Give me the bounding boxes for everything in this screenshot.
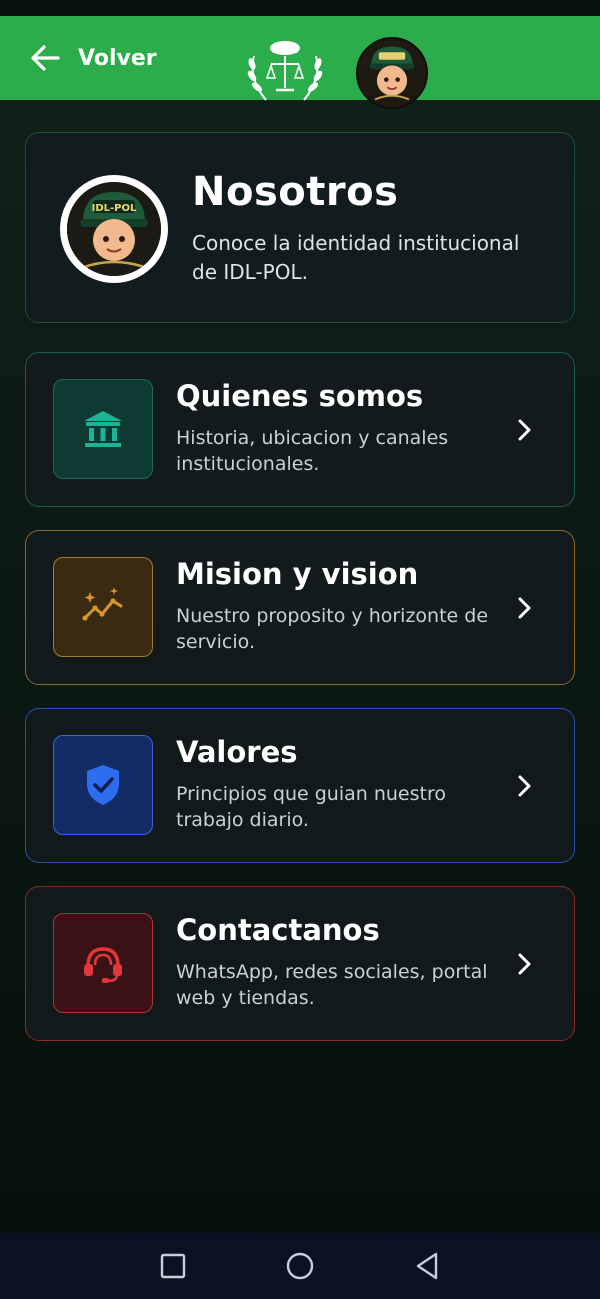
back-triangle-icon[interactable] bbox=[412, 1251, 442, 1281]
page-title: Nosotros bbox=[192, 169, 399, 215]
menu-item-icon-box bbox=[53, 735, 153, 835]
home-circle-icon[interactable] bbox=[285, 1251, 315, 1281]
police-emblem-icon bbox=[247, 41, 323, 101]
trend-sparkle-icon bbox=[82, 587, 123, 621]
menu-item-icon-box bbox=[53, 913, 153, 1013]
chevron-right-icon bbox=[518, 775, 531, 797]
hero-avatar-cap-text: IDL-POL bbox=[92, 203, 137, 214]
menu-item-title: Mision y vision bbox=[176, 557, 419, 591]
menu-item-title: Valores bbox=[176, 735, 298, 769]
mascot-avatar-icon bbox=[358, 39, 426, 107]
menu-item-mision-vision[interactable]: Mision y vision Nuestro proposito y hori… bbox=[25, 530, 575, 685]
menu-item-description: Nuestro proposito y horizonte de servici… bbox=[176, 605, 489, 653]
hero-avatar: IDL-POL bbox=[60, 175, 168, 283]
menu-item-title: Contactanos bbox=[176, 913, 380, 947]
chevron-right-icon bbox=[518, 953, 531, 975]
menu-item-icon-box bbox=[53, 557, 153, 657]
profile-avatar[interactable] bbox=[356, 37, 428, 109]
back-label: Volver bbox=[78, 45, 157, 71]
menu-item-icon-box bbox=[53, 379, 153, 479]
menu-item-contactanos[interactable]: Contactanos WhatsApp, redes sociales, po… bbox=[25, 886, 575, 1041]
menu-item-description: WhatsApp, redes sociales, portal web y t… bbox=[176, 961, 488, 1009]
top-app-bar: Volver bbox=[0, 16, 600, 109]
back-button[interactable]: Volver bbox=[28, 36, 157, 80]
menu-item-quienes-somos[interactable]: Quienes somos Historia, ubicacion y cana… bbox=[25, 352, 575, 507]
institution-building-icon bbox=[84, 411, 122, 447]
about-hero-card: IDL-POL Nosotros Conoce la identidad ins… bbox=[25, 132, 575, 323]
status-bar bbox=[0, 0, 600, 16]
headset-support-icon bbox=[84, 947, 122, 983]
mascot-avatar-icon: IDL-POL bbox=[67, 182, 161, 276]
chevron-right-icon bbox=[518, 419, 531, 441]
system-navigation-bar bbox=[0, 1233, 600, 1299]
menu-item-valores[interactable]: Valores Principios que guian nuestro tra… bbox=[25, 708, 575, 863]
menu-item-title: Quienes somos bbox=[176, 379, 424, 413]
recents-square-icon[interactable] bbox=[158, 1251, 188, 1281]
shield-check-icon bbox=[87, 765, 119, 805]
page-subtitle: Conoce la identidad institucional de IDL… bbox=[192, 231, 520, 284]
chevron-right-icon bbox=[518, 597, 531, 619]
menu-item-description: Historia, ubicacion y canales institucio… bbox=[176, 427, 449, 475]
menu-item-description: Principios que guian nuestro trabajo dia… bbox=[176, 783, 446, 831]
arrow-left-icon bbox=[31, 45, 60, 71]
